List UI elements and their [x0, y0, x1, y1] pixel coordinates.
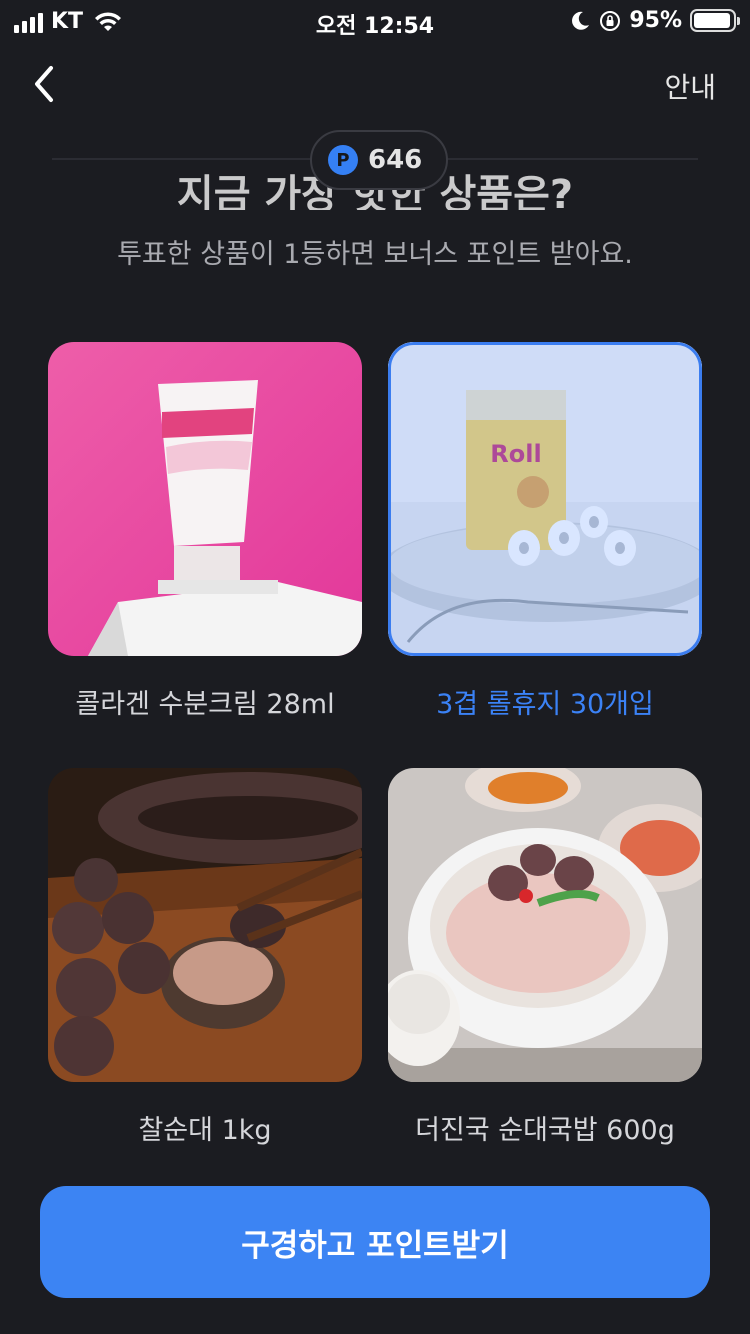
moon-icon	[572, 11, 590, 30]
status-right: 95%	[569, 8, 740, 33]
product-label: 찰순대 1kg	[138, 1115, 272, 1146]
orientation-lock-icon	[600, 10, 621, 31]
vote-screen: KT 오전 12:54 95% 안내 지금 가장 핫한 상품은? P 646 투…	[0, 0, 750, 1334]
subtitle: 투표한 상품이 1등하면 보너스 포인트 받아요.	[117, 239, 633, 270]
guide-button[interactable]: 안내	[664, 66, 716, 106]
earn-points-button[interactable]: 구경하고 포인트받기	[40, 1186, 710, 1298]
product-card-toilet-paper[interactable]: Roll 3겹 롤휴지 30개입	[388, 342, 702, 721]
back-button[interactable]	[24, 62, 64, 106]
product-card-sundae[interactable]: 찰순대 1kg	[48, 768, 362, 1147]
battery-percentage: 95%	[629, 8, 682, 33]
chevron-left-icon	[35, 66, 53, 102]
product-card-sundae-gukbap[interactable]: 더진국 순대국밥 600g	[388, 768, 702, 1147]
battery-icon	[690, 9, 740, 32]
point-icon: P	[328, 145, 358, 175]
status-bar: KT 오전 12:54 95%	[0, 0, 750, 44]
product-label: 콜라겐 수분크림 28ml	[75, 689, 335, 720]
product-label: 더진국 순대국밥 600g	[415, 1115, 675, 1146]
product-label: 3겹 롤휴지 30개입	[436, 689, 654, 720]
points-badge: P 646	[310, 130, 449, 190]
product-image	[388, 768, 702, 1082]
svg-text:Roll: Roll	[490, 440, 541, 468]
product-image	[48, 768, 362, 1082]
product-image	[48, 342, 362, 656]
product-image: Roll	[388, 342, 702, 656]
points-value: 646	[368, 145, 423, 175]
product-card-collagen-cream[interactable]: 콜라겐 수분크림 28ml	[48, 342, 362, 721]
